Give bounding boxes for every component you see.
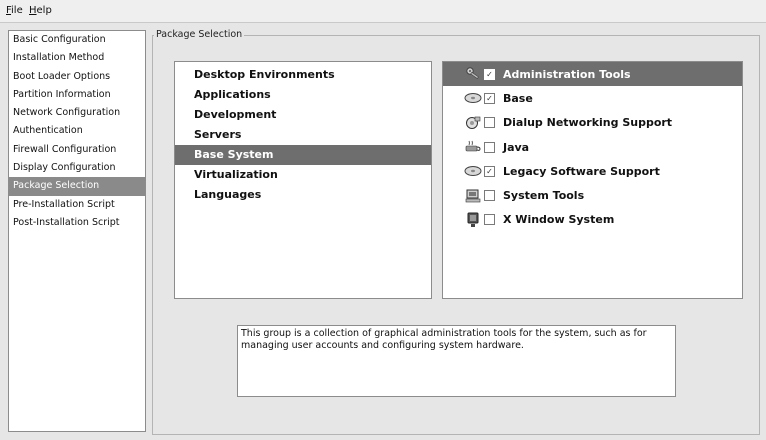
disk-icon	[463, 90, 483, 106]
package-checkbox[interactable]	[484, 141, 495, 153]
package-label: System Tools	[503, 189, 585, 203]
package-group-row[interactable]: ✓ Administration Tools	[443, 62, 742, 87]
menu-file[interactable]: File	[6, 5, 23, 16]
package-checkbox[interactable]	[484, 190, 495, 202]
package-checkbox[interactable]	[484, 214, 495, 226]
package-label: Java	[503, 140, 530, 154]
package-group-row[interactable]: X Window System	[443, 208, 742, 232]
sidebar-item-network-configuration[interactable]: Network Configuration	[9, 104, 145, 122]
package-group-row[interactable]: Dialup Networking Support	[443, 111, 742, 135]
sidebar-item-boot-loader-options[interactable]: Boot Loader Options	[9, 68, 145, 86]
sidebar-item-display-configuration[interactable]: Display Configuration	[9, 159, 145, 177]
package-group-list: ✓ Administration Tools ✓ Base Dialup Net…	[442, 61, 743, 299]
sidebar-item-installation-method[interactable]: Installation Method	[9, 49, 145, 67]
dialup-icon	[463, 115, 483, 131]
category-item[interactable]: Virtualization	[175, 165, 431, 185]
package-group-row[interactable]: ✓ Base	[443, 86, 742, 110]
package-label: Base	[503, 91, 533, 105]
sidebar-item-partition-information[interactable]: Partition Information	[9, 86, 145, 104]
category-item[interactable]: Development	[175, 105, 431, 125]
sidebar-item-pre-installation-script[interactable]: Pre-Installation Script	[9, 196, 145, 214]
sidebar-item-firewall-configuration[interactable]: Firewall Configuration	[9, 141, 145, 159]
package-label: Dialup Networking Support	[503, 116, 673, 130]
sidebar-item-basic-configuration[interactable]: Basic Configuration	[9, 31, 145, 49]
sidebar-item-post-installation-script[interactable]: Post-Installation Script	[9, 214, 145, 232]
panel-title: Package Selection	[154, 29, 245, 40]
menu-help[interactable]: Help	[29, 5, 52, 16]
category-item[interactable]: Desktop Environments	[175, 65, 431, 85]
package-group-row[interactable]: System Tools	[443, 183, 742, 207]
config-sidebar: Basic Configuration Installation Method …	[8, 30, 146, 432]
category-item[interactable]: Servers	[175, 125, 431, 145]
package-description: This group is a collection of graphical …	[237, 325, 676, 397]
sidebar-item-authentication[interactable]: Authentication	[9, 122, 145, 140]
package-group-row[interactable]: Java	[443, 135, 742, 159]
package-label: X Window System	[503, 213, 615, 227]
package-checkbox[interactable]: ✓	[484, 92, 495, 104]
package-checkbox[interactable]	[484, 117, 495, 129]
package-group-row[interactable]: ✓ Legacy Software Support	[443, 159, 742, 183]
package-label: Legacy Software Support	[503, 164, 660, 178]
package-label: Administration Tools	[503, 67, 631, 81]
system-tools-icon	[463, 188, 483, 204]
category-item[interactable]: Languages	[175, 185, 431, 205]
java-icon	[463, 139, 483, 155]
category-list: Desktop Environments Applications Develo…	[174, 61, 432, 299]
menu-bar: File Help	[0, 0, 766, 23]
category-item[interactable]: Applications	[175, 85, 431, 105]
monitor-icon	[463, 212, 483, 228]
package-checkbox[interactable]: ✓	[484, 68, 495, 80]
package-checkbox[interactable]: ✓	[484, 165, 495, 177]
category-item-selected[interactable]: Base System	[175, 145, 431, 165]
keys-icon	[463, 66, 483, 82]
sidebar-item-package-selection[interactable]: Package Selection	[9, 177, 145, 196]
disk-icon	[463, 163, 483, 179]
